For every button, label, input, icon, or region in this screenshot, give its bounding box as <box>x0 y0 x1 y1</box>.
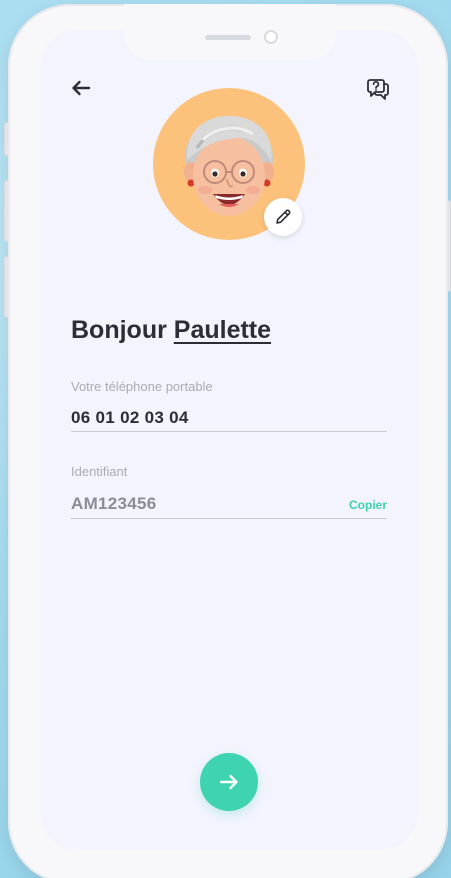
greeting-title: Bonjour Paulette <box>71 316 271 348</box>
edit-avatar-button[interactable] <box>264 198 302 236</box>
back-button[interactable] <box>69 76 93 100</box>
greeting-prefix: Bonjour <box>71 316 167 344</box>
phone-field-underline <box>71 431 387 432</box>
question-chat-icon <box>367 79 389 100</box>
arrow-left-icon <box>72 80 91 96</box>
next-button[interactable] <box>200 753 258 811</box>
help-button[interactable] <box>365 76 391 102</box>
phone-field[interactable] <box>71 404 387 432</box>
arrow-right-icon <box>219 774 238 790</box>
identifier-field <box>71 490 341 518</box>
copy-identifier-button[interactable]: Copier <box>349 498 387 512</box>
speaker-grille <box>205 35 251 40</box>
identifier-field-label: Identifiant <box>71 464 128 479</box>
phone-field-label: Votre téléphone portable <box>71 379 213 394</box>
identifier-field-underline <box>71 518 387 519</box>
front-camera <box>264 30 278 44</box>
user-name-link[interactable]: Paulette <box>174 316 271 344</box>
pencil-icon <box>276 209 291 224</box>
phone-notch <box>124 4 336 60</box>
